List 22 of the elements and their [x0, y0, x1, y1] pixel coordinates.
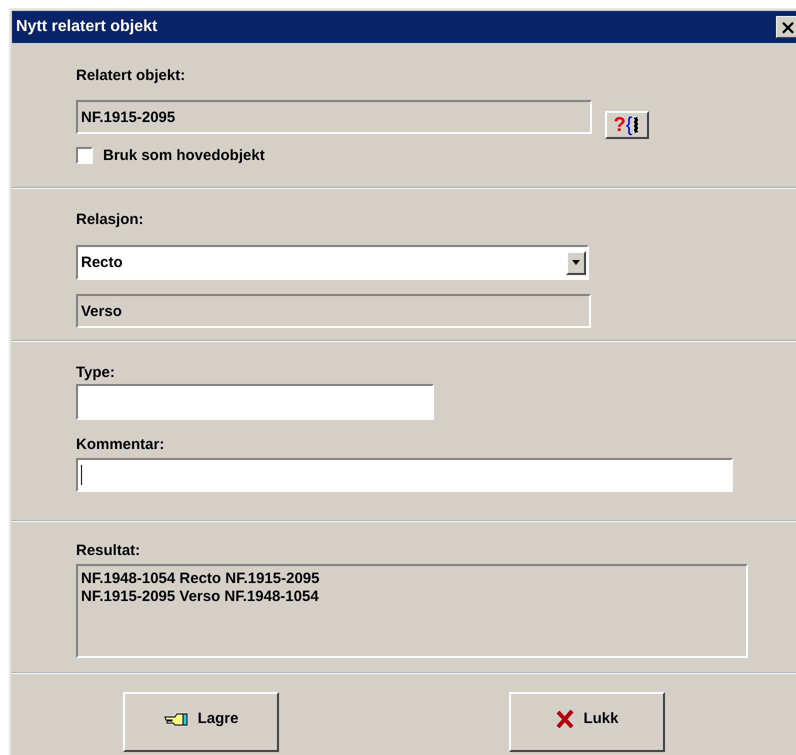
save-button[interactable]: Lagre [123, 692, 279, 752]
field-label: Relasjon: [76, 210, 145, 230]
field-label: Relatert objekt: [76, 66, 186, 86]
checkbox[interactable] [76, 147, 93, 164]
checkbox-label: Bruk som hovedobjekt [103, 147, 265, 164]
result-text: NF.1948-1054 Recto NF.1915-2095 NF.1915-2095 Verso NF.1948-1054 [76, 564, 748, 658]
dotted-bar-icon [632, 115, 640, 135]
dropdown-arrow-icon [572, 260, 580, 265]
inverse-relation-field: Verso [76, 294, 591, 328]
close-button[interactable]: × [776, 16, 796, 38]
related-object-field[interactable]: NF.1915-2095 [76, 100, 592, 134]
window-title: Nytt relatert objekt [16, 18, 158, 36]
field-label: Resultat: [76, 541, 142, 561]
x-icon [555, 708, 576, 728]
type-field[interactable] [76, 384, 434, 420]
close-button[interactable]: Lukk [509, 692, 665, 752]
comment-field[interactable] [76, 458, 733, 492]
relation-dropdown[interactable]: Recto [76, 245, 589, 280]
lookup-button[interactable]: ?{ [605, 111, 649, 139]
pointing-hand-icon [164, 710, 190, 726]
field-label: Kommentar: [76, 435, 166, 455]
field-label: Type: [76, 363, 116, 383]
